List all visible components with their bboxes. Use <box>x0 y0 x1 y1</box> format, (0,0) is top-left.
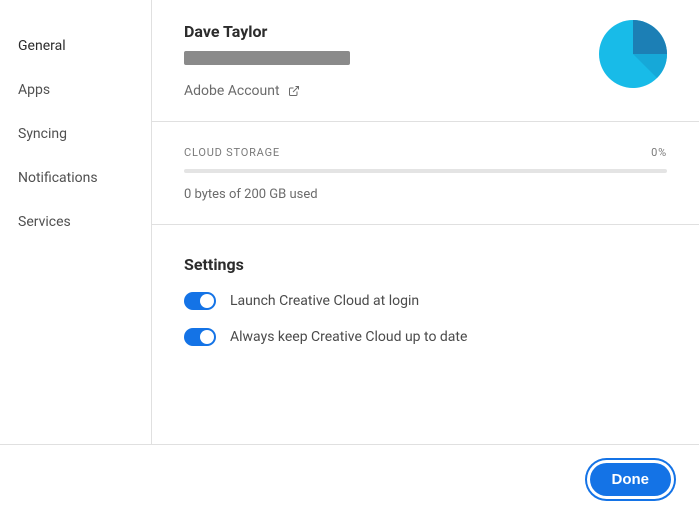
sidebar-item-label: Notifications <box>18 170 98 186</box>
toggle-label: Launch Creative Cloud at login <box>230 293 419 309</box>
toggle-launch-at-login[interactable] <box>184 292 216 310</box>
user-name: Dave Taylor <box>184 22 667 41</box>
avatar <box>599 20 667 88</box>
settings-section: Settings Launch Creative Cloud at login … <box>152 225 699 384</box>
sidebar-item-general[interactable]: General <box>0 24 151 68</box>
storage-progress-bar <box>184 169 667 173</box>
redacted-email <box>184 51 350 65</box>
toggle-row-launch-at-login: Launch Creative Cloud at login <box>184 292 667 310</box>
adobe-account-link[interactable]: Adobe Account <box>184 83 300 99</box>
storage-section: CLOUD STORAGE 0% 0 bytes of 200 GB used <box>152 122 699 225</box>
footer: Done <box>0 445 699 513</box>
done-button[interactable]: Done <box>590 463 672 496</box>
toggle-label: Always keep Creative Cloud up to date <box>230 329 467 345</box>
sidebar-item-services[interactable]: Services <box>0 200 151 244</box>
storage-heading: CLOUD STORAGE <box>184 146 280 159</box>
sidebar: General Apps Syncing Notifications Servi… <box>0 0 152 444</box>
done-button-label: Done <box>612 471 650 488</box>
sidebar-item-label: Syncing <box>18 126 67 142</box>
account-section: Dave Taylor Adobe Account <box>152 0 699 122</box>
sidebar-item-syncing[interactable]: Syncing <box>0 112 151 156</box>
account-link-label: Adobe Account <box>184 83 280 99</box>
toggle-row-keep-up-to-date: Always keep Creative Cloud up to date <box>184 328 667 346</box>
sidebar-item-label: Services <box>18 214 71 230</box>
main-container: General Apps Syncing Notifications Servi… <box>0 0 699 445</box>
storage-header: CLOUD STORAGE 0% <box>184 146 667 159</box>
main-panel: Dave Taylor Adobe Account CLO <box>152 0 699 444</box>
sidebar-item-apps[interactable]: Apps <box>0 68 151 112</box>
settings-title: Settings <box>184 255 667 274</box>
toggle-keep-up-to-date[interactable] <box>184 328 216 346</box>
external-link-icon <box>288 85 300 97</box>
sidebar-item-notifications[interactable]: Notifications <box>0 156 151 200</box>
sidebar-item-label: General <box>18 38 66 54</box>
storage-usage-text: 0 bytes of 200 GB used <box>184 187 667 202</box>
sidebar-item-label: Apps <box>18 82 50 98</box>
storage-percent: 0% <box>651 146 667 159</box>
